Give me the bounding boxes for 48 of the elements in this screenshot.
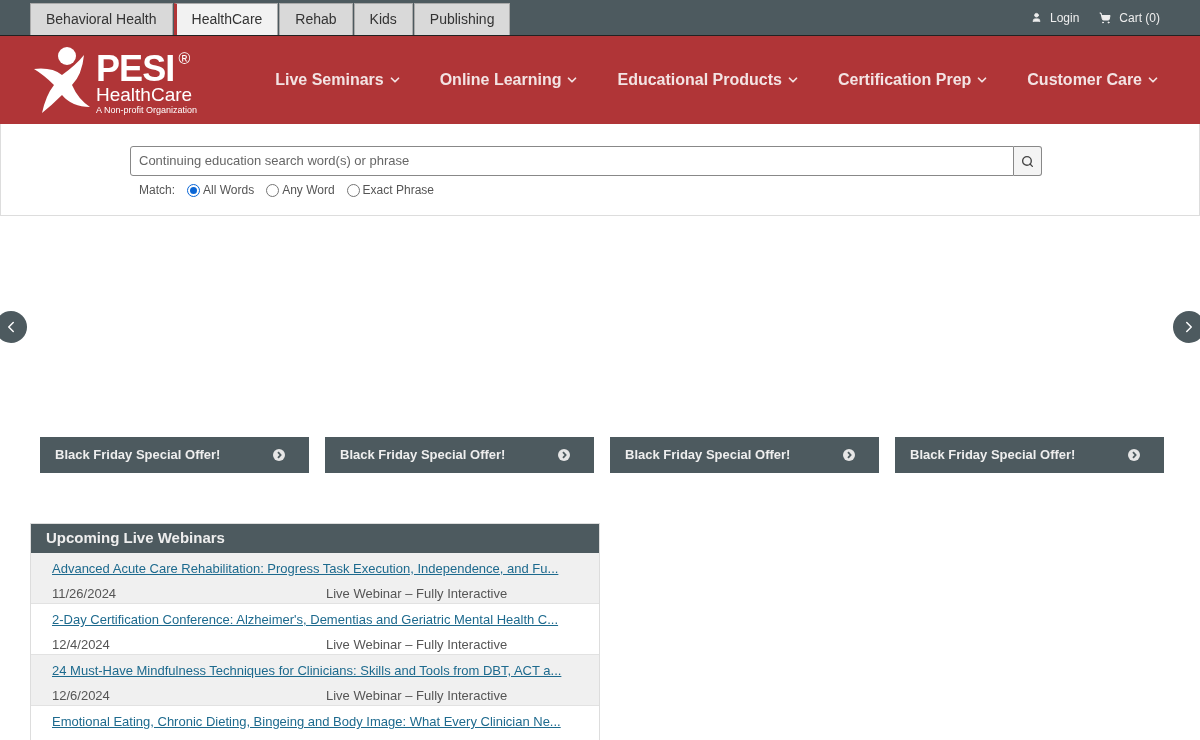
offer-button[interactable]: Black Friday Special Offer! (895, 437, 1164, 473)
webinar-format: Live Webinar – Fully Interactive (326, 635, 508, 654)
logo-name: PESI (96, 51, 175, 87)
site-tab[interactable]: Behavioral Health (30, 3, 173, 35)
arrow-circle-icon (273, 449, 285, 461)
next-button[interactable] (1173, 310, 1200, 343)
arrow-circle-icon (1128, 449, 1140, 461)
webinar-format: Live Webinar – Fully Interactive (326, 584, 508, 603)
webinars-title: Upcoming Live Webinars (46, 528, 225, 549)
webinar-link[interactable]: Emotional Eating, Chronic Dieting, Bingeing and Body Image: What Every Clinician Ne... (52, 712, 579, 732)
site-tab[interactable]: Kids (353, 3, 413, 35)
webinar-date: 12/4/2024 (52, 635, 111, 654)
offer-button[interactable]: Black Friday Special Offer! (40, 437, 309, 473)
match-radio[interactable]: Exact Phrase (346, 181, 434, 199)
webinar-date: 11/26/2024 (52, 584, 118, 603)
match-label: Match: (139, 182, 175, 199)
nav-menu[interactable]: Certification Prep (837, 68, 990, 92)
webinar-date: 12/6/2024 (52, 686, 111, 705)
user-icon (1030, 12, 1042, 23)
offer-button[interactable]: Black Friday Special Offer! (610, 437, 879, 473)
logo-division: HealthCare (96, 85, 194, 104)
nav-menu[interactable]: Educational Products (617, 68, 800, 92)
previous-button[interactable] (0, 310, 27, 343)
nav-menu[interactable]: Live Seminars (275, 68, 402, 92)
arrow-circle-icon (558, 449, 570, 461)
match-radio[interactable]: Any Word (266, 181, 335, 199)
site-tab[interactable]: Rehab (279, 3, 353, 35)
search-button[interactable] (1014, 146, 1042, 176)
site-tab[interactable]: Publishing (413, 3, 511, 35)
site-tab[interactable]: HealthCare (173, 3, 279, 35)
nav-menu[interactable]: Customer Care (1027, 68, 1160, 92)
logo-tagline: A Non-profit Organization (96, 106, 198, 115)
registered-mark: ® (178, 51, 191, 67)
login-link[interactable]: Login (1030, 8, 1080, 27)
webinar-format: Live Webinar – Fully Interactive (326, 686, 508, 705)
search-icon (1021, 154, 1034, 168)
webinar-link[interactable]: 24 Must-Have Mindfulness Techniques for Clinicians: Skills and Tools from DBT, ACT a... (52, 661, 579, 681)
webinar-link[interactable]: Advanced Acute Care Rehabilitation: Progress Task Execution, Independence, and Fu... (52, 559, 579, 579)
radio-circle[interactable] (187, 183, 200, 197)
cart-icon (1099, 11, 1112, 24)
arrow-circle-icon (843, 449, 855, 461)
webinar-link[interactable]: 2-Day Certification Conference: Alzheimer's, Dementias and Geriatric Mental Health C... (52, 610, 579, 630)
cart-link[interactable]: Cart (0) (1099, 8, 1160, 27)
nav-menu[interactable]: Online Learning (439, 68, 580, 92)
logo[interactable]: PESI® HealthCare A Non-profit Organization (32, 45, 198, 115)
search-field[interactable]: Continuing education search word(s) or phrase (130, 146, 1014, 176)
offer-button[interactable]: Black Friday Special Offer! (325, 437, 594, 473)
match-radio[interactable]: All Words (187, 181, 255, 199)
